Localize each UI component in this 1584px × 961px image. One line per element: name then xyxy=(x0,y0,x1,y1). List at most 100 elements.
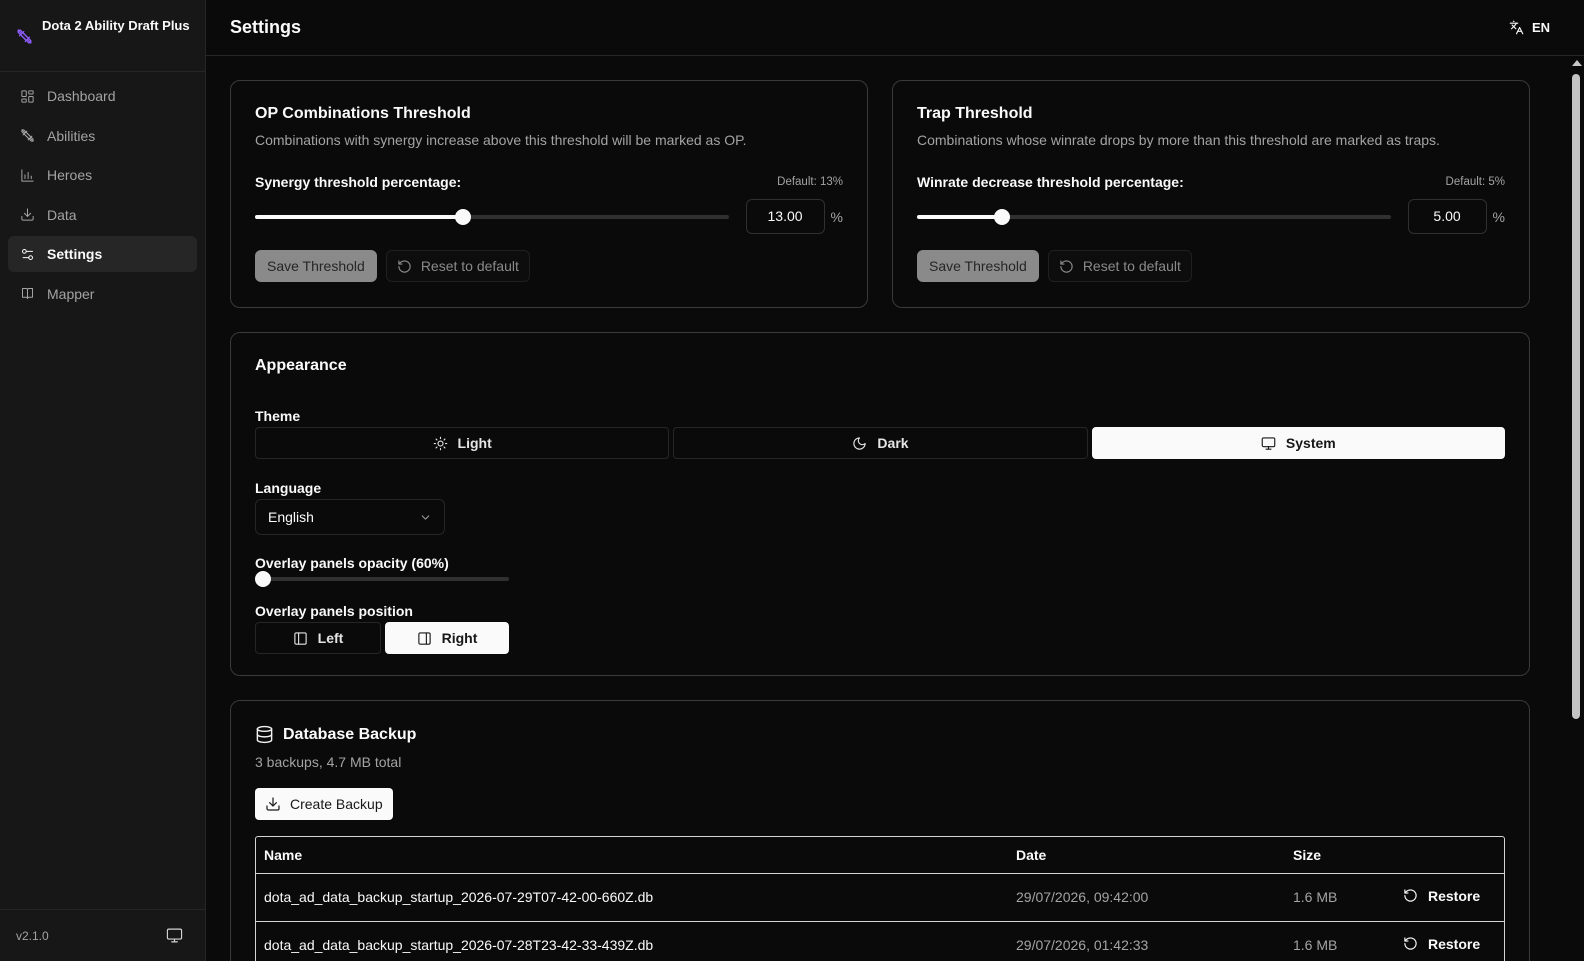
theme-selector: Light Dark System xyxy=(255,427,1505,459)
slider-thumb[interactable] xyxy=(994,208,1011,225)
table-row: dota_ad_data_backup_startup_2026-07-29T0… xyxy=(256,873,1504,922)
backup-file-name: dota_ad_data_backup_startup_2026-07-28T2… xyxy=(256,921,1008,961)
reset-default-button[interactable]: Reset to default xyxy=(385,250,530,282)
synergy-threshold-label: Synergy threshold percentage: xyxy=(255,174,462,190)
position-left-label: Left xyxy=(317,630,344,646)
column-header-name: Name xyxy=(256,837,1008,874)
theme-light-button[interactable]: Light xyxy=(255,427,670,459)
sidebar-item-settings[interactable]: Settings xyxy=(8,236,197,273)
dashboard-icon xyxy=(20,89,35,104)
column-header-date: Date xyxy=(1008,837,1285,874)
position-right-label: Right xyxy=(441,630,478,646)
slider-thumb[interactable] xyxy=(255,571,271,587)
restore-button[interactable]: Restore xyxy=(1403,888,1480,904)
reset-icon xyxy=(1059,259,1074,274)
reset-icon xyxy=(397,259,412,274)
slider-fill xyxy=(255,214,464,219)
language-label: Language xyxy=(255,480,322,496)
backup-date: 29/07/2026, 09:42:00 xyxy=(1008,873,1285,922)
sidebar-item-label: Abilities xyxy=(47,127,96,144)
trap-threshold-card: Trap Threshold Combinations whose winrat… xyxy=(892,80,1530,308)
create-backup-label: Create Backup xyxy=(290,796,383,812)
save-threshold-button[interactable]: Save Threshold xyxy=(255,250,377,282)
monitor-icon xyxy=(1261,436,1276,451)
panel-right-icon xyxy=(417,631,432,646)
overlay-position-selector: Left Right xyxy=(255,622,1505,654)
sidebar-item-data[interactable]: Data xyxy=(8,197,197,233)
restore-label: Restore xyxy=(1428,887,1481,904)
restore-icon xyxy=(1403,888,1418,903)
position-right-button[interactable]: Right xyxy=(385,622,509,654)
percent-unit: % xyxy=(1492,208,1505,225)
scrollbar-thumb[interactable] xyxy=(1572,74,1580,719)
database-icon xyxy=(255,725,274,744)
percent-unit: % xyxy=(830,208,843,225)
language-select-value: English xyxy=(268,509,314,525)
backup-summary: 3 backups, 4.7 MB total xyxy=(255,754,402,770)
sidebar-item-label: Data xyxy=(47,206,77,223)
save-threshold-button[interactable]: Save Threshold xyxy=(917,250,1039,282)
language-select[interactable]: English xyxy=(255,499,445,535)
backup-date: 29/07/2026, 01:42:33 xyxy=(1008,921,1285,961)
appearance-card: Appearance Theme Light Dark System Langu… xyxy=(230,332,1530,676)
reset-default-button[interactable]: Reset to default xyxy=(1047,250,1192,282)
theme-light-label: Light xyxy=(457,435,492,451)
op-threshold-title: OP Combinations Threshold xyxy=(255,105,471,122)
swords-icon xyxy=(20,128,35,143)
theme-system-label: System xyxy=(1285,435,1336,451)
app-name: Dota 2 Ability Draft Plus xyxy=(42,18,190,33)
sidebar-footer: v2.1.0 xyxy=(0,909,205,961)
slider-fill xyxy=(917,214,1003,219)
overlay-opacity-slider[interactable] xyxy=(255,571,509,587)
database-backup-card: Database Backup 3 backups, 4.7 MB total … xyxy=(230,700,1530,961)
create-backup-button[interactable]: Create Backup xyxy=(255,788,393,820)
table-row: dota_ad_data_backup_startup_2026-07-28T2… xyxy=(256,921,1504,961)
trap-threshold-description: Combinations whose winrate drops by more… xyxy=(917,132,1440,148)
winrate-default-note: Default: 5% xyxy=(1445,176,1505,188)
map-icon xyxy=(20,286,35,301)
winrate-threshold-input[interactable]: 5.00 xyxy=(1407,199,1487,234)
appearance-title: Appearance xyxy=(255,357,347,374)
trap-threshold-title: Trap Threshold xyxy=(917,105,1033,122)
translate-icon xyxy=(1509,20,1524,35)
sidebar-item-label: Settings xyxy=(47,246,103,263)
winrate-threshold-slider[interactable] xyxy=(917,208,1391,225)
restore-icon xyxy=(1403,936,1418,951)
sun-icon xyxy=(433,436,448,451)
slider-thumb[interactable] xyxy=(455,208,472,225)
sidebar-item-label: Dashboard xyxy=(47,88,116,104)
synergy-threshold-input[interactable]: 13.00 xyxy=(745,199,825,234)
restore-button[interactable]: Restore xyxy=(1403,936,1480,952)
op-threshold-card: OP Combinations Threshold Combinations w… xyxy=(230,80,868,308)
theme-dark-button[interactable]: Dark xyxy=(673,427,1088,459)
scroll-up-arrow-icon[interactable] xyxy=(1572,60,1582,66)
backup-title: Database Backup xyxy=(283,725,417,743)
sidebar-item-label: Mapper xyxy=(47,285,95,302)
main-scrollbar[interactable] xyxy=(1568,56,1584,961)
monitor-icon[interactable] xyxy=(166,927,183,944)
theme-label: Theme xyxy=(255,408,301,424)
synergy-threshold-slider[interactable] xyxy=(255,208,729,225)
bar-chart-icon xyxy=(20,168,35,183)
app-version: v2.1.0 xyxy=(16,928,49,943)
language-switcher[interactable]: EN xyxy=(1509,20,1550,35)
sidebar-item-label: Heroes xyxy=(47,167,93,184)
language-code: EN xyxy=(1531,20,1550,35)
app-logo-icon xyxy=(16,28,33,45)
download-icon xyxy=(265,796,281,812)
backup-size: 1.6 MB xyxy=(1285,873,1395,922)
sidebar-item-mapper[interactable]: Mapper xyxy=(8,276,197,312)
column-header-size: Size xyxy=(1285,837,1395,874)
winrate-threshold-label: Winrate decrease threshold percentage: xyxy=(917,174,1184,190)
moon-icon xyxy=(852,436,867,451)
position-left-button[interactable]: Left xyxy=(255,622,381,654)
synergy-default-note: Default: 13% xyxy=(777,176,843,188)
op-threshold-description: Combinations with synergy increase above… xyxy=(255,132,747,148)
download-icon xyxy=(20,207,35,222)
page-title: Settings xyxy=(230,17,302,37)
sidebar-item-heroes[interactable]: Heroes xyxy=(8,157,197,193)
sidebar-item-abilities[interactable]: Abilities xyxy=(8,118,197,154)
sidebar-item-dashboard[interactable]: Dashboard xyxy=(8,78,197,114)
app-brand[interactable]: Dota 2 Ability Draft Plus xyxy=(0,0,205,72)
theme-system-button[interactable]: System xyxy=(1091,427,1505,459)
